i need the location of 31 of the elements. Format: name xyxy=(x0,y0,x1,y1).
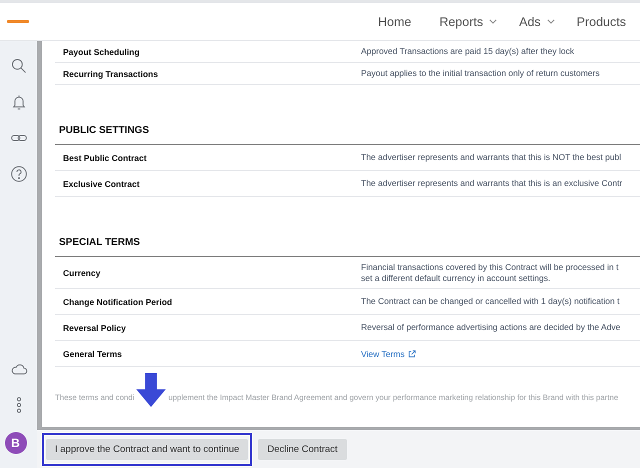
approve-button[interactable]: I approve the Contract and want to continue xyxy=(46,438,248,460)
nav-link[interactable]: Home xyxy=(378,14,412,28)
section-heading: PUBLIC SETTINGS xyxy=(55,125,640,145)
decline-button[interactable]: Decline Contract xyxy=(258,438,347,460)
row-value: Financial transactions covered by this Contract will be processed in t set a different default currency in account settings. xyxy=(361,261,618,285)
row-label: Change Notification Period xyxy=(62,296,174,307)
avatar[interactable]: B xyxy=(4,432,26,454)
row-label: Currency xyxy=(62,268,102,278)
row-value: The advertiser represents and warrants that this is an exclusive Contr xyxy=(361,177,622,190)
row-label: Best Public Contract xyxy=(62,152,148,162)
down-arrow-icon xyxy=(136,373,166,408)
view-terms-link[interactable]: View Terms xyxy=(361,348,416,359)
row-value: Payout applies to the initial transaction only of return customers xyxy=(361,67,600,80)
section-heading: SPECIAL TERMS xyxy=(55,237,640,257)
search-icon[interactable] xyxy=(10,57,28,75)
row-label: Recurring Transactions xyxy=(62,68,159,78)
row-label: Payout Scheduling xyxy=(62,46,141,56)
caret-icon[interactable] xyxy=(489,19,498,24)
help-icon[interactable] xyxy=(10,165,28,183)
row-label: General Terms xyxy=(62,348,123,359)
row-label: Reversal Policy xyxy=(62,322,127,333)
nav-link[interactable]: Ads xyxy=(519,14,555,28)
nav-link[interactable]: Products xyxy=(576,14,626,28)
row-value: Reversal of performance advertising actions are decided by the Adve xyxy=(361,321,620,334)
row-value: The advertiser represents and warrants that this is NOT the best publ xyxy=(361,151,622,164)
row-label: Exclusive Contract xyxy=(62,178,141,188)
row-value: Approved Transactions are paid 15 day(s) after they lock xyxy=(361,45,574,58)
nav-link[interactable]: Reports xyxy=(439,14,498,28)
external-link-icon[interactable] xyxy=(408,350,416,358)
row-value: The Contract can be changed or cancelled with 1 day(s) notification t xyxy=(361,295,620,308)
caret-icon[interactable] xyxy=(546,19,555,24)
